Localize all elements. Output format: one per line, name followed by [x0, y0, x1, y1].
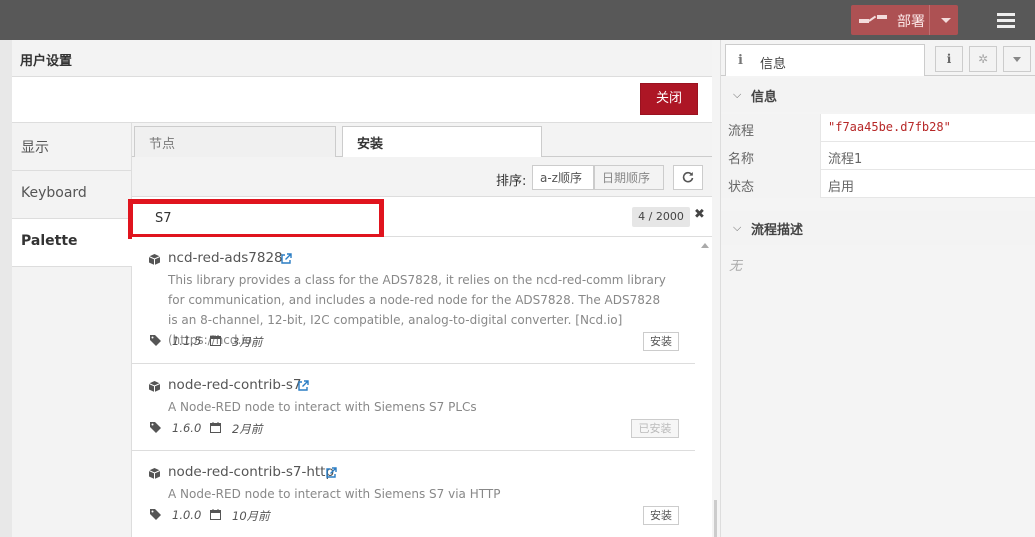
package-name: node-red-contrib-s7-http — [168, 464, 335, 480]
package-updated: 10月前 — [232, 509, 270, 523]
chevron-down-icon: ⌵ — [733, 88, 742, 101]
nav-item-view[interactable]: 显示 — [12, 123, 132, 171]
package-name: ncd-red-ads7828 — [168, 250, 283, 266]
caret-down-icon[interactable] — [941, 18, 951, 23]
deploy-label: 部署 — [897, 14, 925, 30]
package-icon — [148, 254, 161, 265]
package-icon — [148, 381, 161, 392]
info-row: 流程 "f7aa45be.d7fb28" — [721, 114, 1035, 142]
info-key: 状态 — [721, 170, 821, 198]
settings-nav: 显示 Keyboard Palette — [12, 123, 133, 537]
resize-handle[interactable] — [714, 500, 717, 537]
flow-description-title: 流程描述 — [751, 223, 804, 238]
hamburger-icon — [997, 13, 1015, 16]
dialog-titlebar: 用户设置 — [12, 40, 712, 77]
info-row: 状态 启用 — [721, 170, 1035, 198]
package-updated: 2月前 — [232, 422, 263, 436]
sort-bar: 排序: a-z顺序 日期顺序 — [132, 157, 712, 197]
install-button[interactable]: 安装 — [643, 332, 679, 351]
package-updated: 3月前 — [232, 335, 263, 349]
package-list-scrollbar[interactable] — [698, 237, 712, 537]
package-description: A Node-RED node to interact with Siemens… — [168, 400, 477, 414]
info-tab-button[interactable]: i — [935, 46, 963, 72]
hamburger-icon-bar — [997, 19, 1015, 22]
package-version: 1.6.0 — [172, 421, 202, 435]
sidebar-tab-menu-button[interactable] — [1003, 46, 1031, 72]
installed-button[interactable]: 已安装 — [631, 419, 679, 438]
sidebar-tab-info[interactable]: i 信息 — [725, 44, 925, 76]
info-key: 名称 — [721, 142, 821, 170]
package-icon — [148, 468, 161, 479]
chevron-down-icon: ⌵ — [733, 221, 742, 234]
refresh-button[interactable] — [673, 165, 703, 190]
tag-icon — [150, 335, 161, 346]
package-version: 1.0.0 — [172, 508, 202, 522]
sort-alpha-button[interactable]: a-z顺序 — [532, 165, 594, 190]
tag-icon — [150, 422, 161, 433]
close-button[interactable]: 关闭 — [640, 83, 698, 115]
user-settings-dialog: 用户设置 关闭 显示 Keyboard Palette 节点 安装 排序: a-… — [12, 40, 712, 537]
calendar-icon — [210, 335, 221, 346]
nav-item-palette[interactable]: Palette — [12, 219, 133, 267]
debug-tab-button[interactable]: ✲ — [969, 46, 997, 72]
info-icon: i — [738, 53, 743, 68]
info-value: "f7aa45be.d7fb28" — [828, 120, 951, 134]
scroll-up-icon[interactable] — [701, 243, 709, 248]
palette-panel: 节点 安装 排序: a-z顺序 日期顺序 4 / 2000 ✖ — [128, 123, 712, 537]
calendar-icon — [210, 422, 221, 433]
info-value: 流程1 — [828, 152, 863, 167]
list-item: ncd-red-ads7828 This library provides a … — [132, 237, 695, 364]
deploy-icon — [859, 15, 887, 23]
result-count-badge: 4 / 2000 — [632, 207, 690, 227]
sidebar-tabbar: i 信息 i ✲ — [721, 40, 1035, 76]
dialog-title: 用户设置 — [20, 54, 73, 69]
flow-description-header[interactable]: ⌵ 流程描述 — [721, 211, 1035, 245]
flow-description-empty: 无 — [729, 259, 743, 274]
sidebar-separator[interactable] — [712, 40, 720, 537]
search-highlight-box — [128, 199, 384, 239]
list-item: node-red-contrib-s7 A Node-RED node to i… — [132, 364, 695, 451]
main-menu-button[interactable] — [990, 6, 1020, 34]
app-header: 部署 — [0, 0, 1035, 40]
sort-date-button[interactable]: 日期顺序 — [594, 165, 664, 190]
info-value: 启用 — [828, 180, 855, 195]
sort-label: 排序: — [496, 174, 527, 189]
search-row: 4 / 2000 ✖ — [128, 197, 712, 239]
tab-nodes[interactable]: 节点 — [134, 126, 336, 158]
nav-item-keyboard[interactable]: Keyboard — [12, 171, 132, 219]
package-version: 1.1.5 — [172, 334, 202, 348]
hamburger-icon-bar — [997, 25, 1015, 28]
deploy-button[interactable]: 部署 — [851, 5, 958, 35]
workspace-canvas — [0, 40, 12, 537]
caret-down-icon — [1013, 57, 1021, 62]
deploy-separator — [929, 5, 930, 35]
refresh-icon — [682, 171, 694, 183]
list-item: node-red-contrib-s7-http A Node-RED node… — [132, 451, 695, 537]
info-table: 流程 "f7aa45be.d7fb28" 名称 流程1 状态 启用 — [721, 114, 1035, 198]
palette-tabbar: 节点 安装 — [132, 123, 712, 159]
install-button[interactable]: 安装 — [643, 506, 679, 525]
external-link-icon[interactable] — [280, 253, 292, 265]
package-name: node-red-contrib-s7 — [168, 377, 302, 393]
external-link-icon[interactable] — [325, 467, 337, 479]
dialog-toolbar: 关闭 — [12, 77, 712, 123]
sidebar-tab-label: 信息 — [760, 57, 787, 72]
package-description: A Node-RED node to interact with Siemens… — [168, 487, 501, 501]
package-list: ncd-red-ads7828 This library provides a … — [132, 237, 712, 537]
external-link-icon[interactable] — [297, 380, 309, 392]
clear-search-icon[interactable]: ✖ — [694, 207, 705, 222]
calendar-icon — [210, 509, 221, 520]
tag-icon — [150, 509, 161, 520]
info-section-title: 信息 — [751, 90, 778, 105]
sidebar: i 信息 i ✲ ⌵ 信息 流程 "f7aa45be.d7fb28" 名称 流程… — [720, 40, 1035, 537]
info-section-header[interactable]: ⌵ 信息 — [721, 78, 1035, 112]
info-key: 流程 — [721, 114, 821, 142]
tab-install[interactable]: 安装 — [342, 126, 542, 159]
info-row: 名称 流程1 — [721, 142, 1035, 170]
